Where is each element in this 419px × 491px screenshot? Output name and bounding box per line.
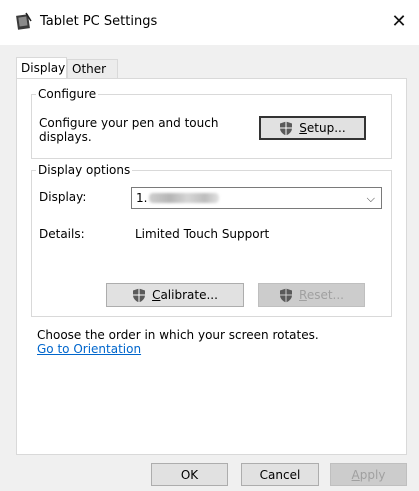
- calibrate-label: Calibrate...: [152, 288, 218, 302]
- details-label: Details:: [39, 227, 85, 241]
- display-select-value: 1.: [136, 191, 148, 205]
- close-icon: ✕: [391, 11, 407, 32]
- display-label: Display:: [39, 190, 87, 204]
- tab-display[interactable]: Display: [16, 57, 67, 78]
- apply-label: Apply: [351, 467, 386, 482]
- chevron-down-icon: ⌵: [366, 192, 375, 205]
- dialog-footer: OK Cancel Apply: [0, 455, 419, 491]
- details-value: Limited Touch Support: [135, 227, 270, 241]
- display-tab-panel: Configure Configure your pen and touch d…: [16, 78, 407, 455]
- title-bar: Tablet PC Settings ✕: [0, 0, 419, 45]
- orientation-description: Choose the order in which your screen ro…: [37, 328, 319, 342]
- tab-other[interactable]: Other: [67, 59, 118, 78]
- setup-label: Setup...: [299, 121, 346, 135]
- display-select[interactable]: 1. ⌵: [131, 187, 382, 209]
- display-options-legend: Display options: [38, 163, 131, 177]
- ok-button[interactable]: OK: [151, 463, 228, 486]
- setup-button[interactable]: Setup...: [259, 116, 366, 140]
- shield-icon: [280, 121, 293, 135]
- shield-icon: [280, 288, 292, 302]
- tablet-pc-icon: [16, 12, 32, 30]
- cancel-button[interactable]: Cancel: [241, 463, 319, 486]
- apply-button[interactable]: Apply: [330, 463, 407, 486]
- configure-description: Configure your pen and touch displays.: [39, 116, 219, 144]
- close-button[interactable]: ✕: [379, 0, 419, 44]
- reset-label: Reset...: [299, 288, 344, 302]
- window-title: Tablet PC Settings: [40, 14, 158, 29]
- calibrate-button[interactable]: Calibrate...: [106, 283, 244, 307]
- reset-button[interactable]: Reset...: [258, 283, 365, 307]
- go-to-orientation-link[interactable]: Go to Orientation: [37, 342, 141, 356]
- shield-icon: [133, 288, 146, 302]
- redacted-display-name: [149, 193, 219, 203]
- configure-legend: Configure: [38, 87, 97, 101]
